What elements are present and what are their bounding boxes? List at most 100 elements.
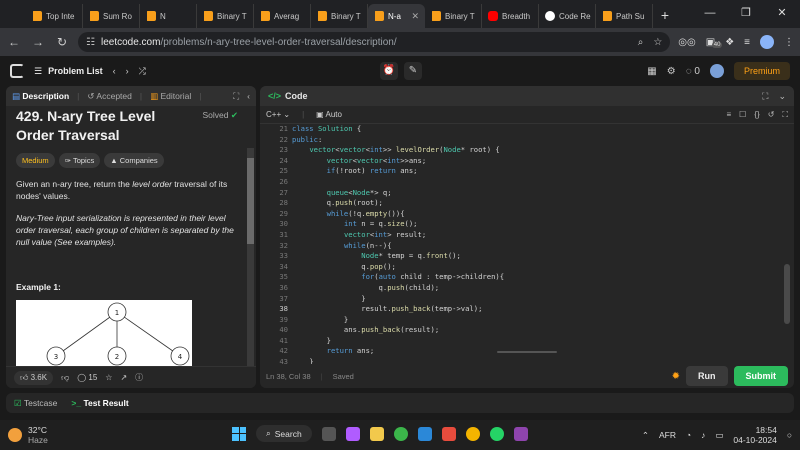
fullscreen-icon[interactable]: ⛶ [782, 110, 788, 120]
code-text[interactable]: class Solution {public: vector<vector<in… [292, 124, 504, 364]
browser-tab[interactable]: Code Re [539, 4, 596, 28]
browser-tab[interactable]: N [140, 4, 197, 28]
code-editor[interactable]: 21 22 23 24 25 26 27 28 29 30 31 32 33 34 35 36 37 38 39 40… [260, 124, 794, 364]
code-line[interactable]: } [292, 315, 504, 326]
code-line[interactable]: class Solution { [292, 124, 504, 135]
scrollbar-thumb[interactable] [247, 158, 254, 244]
code-line[interactable]: } [292, 336, 504, 347]
close-tab-icon[interactable]: ✕ [411, 11, 419, 22]
share-icon[interactable]: ↗ [120, 373, 127, 382]
media-control-icon[interactable]: ≡ [744, 37, 750, 48]
site-info-icon[interactable]: ☷ [86, 37, 95, 48]
file-explorer-icon[interactable] [369, 426, 384, 441]
collapse-panel-icon[interactable]: ‹ [247, 91, 250, 102]
bookmark-star-icon[interactable]: ☆ [653, 37, 662, 48]
code-line[interactable]: while(!q.empty()){ [292, 209, 504, 220]
taskbar-search[interactable]: ⌕ Search [256, 425, 312, 442]
code-line[interactable]: vector<vector<int>>ans; [292, 156, 504, 167]
settings-gear-icon[interactable]: ⚙ [667, 66, 676, 77]
code-line[interactable]: for(auto child : temp->children){ [292, 272, 504, 283]
autocomplete-mode[interactable]: ▣ Auto [316, 110, 342, 119]
task-view-icon[interactable] [321, 426, 336, 441]
topics-chip[interactable]: ✑ Topics [58, 153, 101, 168]
editor-scrollbar[interactable] [784, 264, 790, 324]
browser-tab[interactable]: Binary T [425, 4, 482, 28]
extension-glasses-icon[interactable]: ◎◎ [678, 37, 695, 48]
problem-list-nav[interactable]: ☰ Problem List [34, 66, 103, 77]
tray-chevron-icon[interactable]: ⌃ [642, 430, 649, 441]
browser-tab[interactable]: Path Su [596, 4, 653, 28]
tab-test-result[interactable]: >_ Test Result [71, 398, 128, 408]
close-window-icon[interactable]: ✕ [764, 0, 800, 28]
description-scrollbar[interactable] [247, 148, 254, 366]
maximize-panel-icon[interactable]: ⛶ [233, 91, 239, 102]
browser-tab[interactable]: Top Inte [26, 4, 83, 28]
code-line[interactable]: result.push_back(temp->val); [292, 304, 504, 315]
browser-tab[interactable]: Sum Ro [83, 4, 140, 28]
tab-accepted[interactable]: ↺ Accepted [87, 91, 131, 102]
browser-menu-icon[interactable]: ⋮ [784, 37, 794, 48]
browser-tab[interactable]: Binary T [197, 4, 254, 28]
premium-button[interactable]: Premium [733, 62, 790, 80]
code-line[interactable]: queue<Node*> q; [292, 188, 504, 199]
volume-icon[interactable]: ♪ [701, 430, 705, 440]
code-line[interactable] [292, 177, 504, 188]
maximize-panel-icon[interactable]: ⛶ [762, 91, 768, 102]
extensions-puzzle-icon[interactable]: ❖ [725, 37, 734, 48]
bookmark-icon[interactable]: ☐ [739, 110, 746, 120]
panel-resize-handle[interactable] [260, 350, 794, 354]
code-line[interactable]: } [292, 294, 504, 305]
code-line[interactable]: while(n--){ [292, 241, 504, 252]
debug-icon[interactable]: ✹ [672, 371, 680, 382]
prev-problem-icon[interactable]: ‹ [113, 66, 116, 76]
tab-testcase[interactable]: ☑ Testcase [14, 398, 57, 409]
code-line[interactable]: q.push(child); [292, 283, 504, 294]
weather-widget[interactable]: 32°C Haze [8, 425, 48, 445]
minimize-icon[interactable]: — [692, 0, 728, 28]
favorite-star-icon[interactable]: ☆ [105, 373, 112, 382]
collapse-panel-icon[interactable]: ⌄ [778, 91, 786, 102]
like-button[interactable]: 👍︎ 3.6K [14, 370, 54, 385]
format-align-icon[interactable]: ≡ [727, 110, 732, 120]
leetcode-logo-icon[interactable] [10, 64, 24, 78]
code-line[interactable]: } [292, 357, 504, 364]
dislike-button[interactable]: 👎︎ [61, 373, 69, 383]
chrome-icon[interactable] [465, 426, 480, 441]
input-language[interactable]: AFR [659, 430, 676, 440]
tab-description[interactable]: ▤ Description [12, 91, 69, 102]
browser-tab[interactable]: Averag [254, 4, 311, 28]
clock[interactable]: 18:54 04-10-2024 [733, 425, 776, 445]
code-line[interactable]: Node* temp = q.front(); [292, 251, 504, 262]
zoom-icon[interactable]: ⌕ [638, 37, 644, 48]
code-line[interactable]: ans.push_back(result); [292, 325, 504, 336]
extension-badge-icon[interactable]: ▣ 40 [706, 37, 723, 48]
code-line[interactable]: vector<vector<int>> levelOrder(Node* roo… [292, 145, 504, 156]
notes-icon[interactable]: ✎ [404, 62, 422, 80]
companies-chip[interactable]: ▲ Companies [104, 153, 164, 168]
help-icon[interactable]: ⓘ [135, 372, 143, 383]
battery-icon[interactable]: ▭ [715, 430, 723, 441]
whatsapp-icon[interactable] [489, 426, 504, 441]
user-avatar[interactable] [709, 64, 724, 78]
browser-tab[interactable]: Binary T [311, 4, 368, 28]
new-tab-button[interactable]: + [653, 4, 677, 28]
reset-icon[interactable]: ↺ [768, 110, 775, 120]
back-arrow-icon[interactable]: ← [6, 35, 22, 49]
maximize-icon[interactable]: ❐ [728, 0, 764, 28]
browser-tab[interactable]: Breadth [482, 4, 539, 28]
next-problem-icon[interactable]: › [126, 66, 129, 76]
copilot-icon[interactable] [345, 426, 360, 441]
notification-bell-icon[interactable]: ○ [787, 430, 792, 440]
wifi-icon[interactable]: ◔ [686, 430, 691, 440]
windows-start-icon[interactable] [232, 426, 246, 441]
code-line[interactable]: q.push(root); [292, 198, 504, 209]
store-icon[interactable] [417, 426, 432, 441]
browser-tab[interactable]: N-a ✕ [368, 4, 425, 28]
app-icon[interactable] [513, 426, 528, 441]
coins[interactable]: ◌ 0 [686, 66, 700, 77]
code-line[interactable]: vector<int> result; [292, 230, 504, 241]
timer-icon[interactable]: ⏰ [380, 62, 398, 80]
code-line[interactable]: q.pop(); [292, 262, 504, 273]
language-select[interactable]: C++ ⌄ [266, 110, 290, 119]
chrome-alt-icon[interactable] [393, 426, 408, 441]
